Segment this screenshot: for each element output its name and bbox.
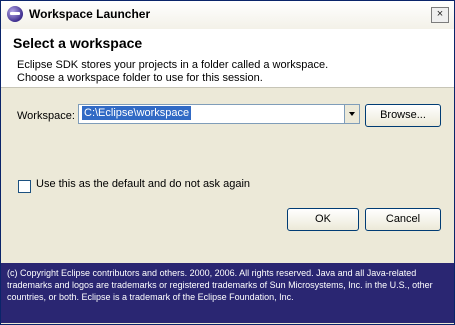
chevron-down-icon[interactable] [344, 105, 359, 123]
workspace-label: Workspace: [17, 110, 75, 122]
default-checkbox[interactable] [18, 180, 31, 193]
ok-button[interactable]: OK [287, 208, 359, 231]
header-description-line-1: Eclipse SDK stores your projects in a fo… [17, 59, 329, 71]
workspace-launcher-dialog: Workspace Launcher × Select a workspace … [0, 0, 455, 325]
close-button[interactable]: × [431, 7, 449, 23]
window-title: Workspace Launcher [29, 7, 151, 21]
eclipse-icon [7, 6, 23, 22]
cancel-button[interactable]: Cancel [365, 208, 441, 231]
browse-button[interactable]: Browse... [365, 104, 441, 127]
default-checkbox-label[interactable]: Use this as the default and do not ask a… [36, 178, 250, 190]
header-title: Select a workspace [13, 35, 143, 51]
dialog-body: Workspace: C:\Eclipse\workspace Browse..… [1, 88, 454, 242]
workspace-combo[interactable]: C:\Eclipse\workspace [78, 104, 360, 124]
title-bar: Workspace Launcher × [1, 1, 454, 30]
workspace-input[interactable]: C:\Eclipse\workspace [82, 106, 192, 120]
copyright-footer: (c) Copyright Eclipse contributors and o… [1, 263, 454, 323]
header-description-line-2: Choose a workspace folder to use for thi… [17, 72, 263, 84]
copyright-text: (c) Copyright Eclipse contributors and o… [7, 268, 433, 302]
dialog-header: Select a workspace Eclipse SDK stores yo… [1, 29, 454, 88]
